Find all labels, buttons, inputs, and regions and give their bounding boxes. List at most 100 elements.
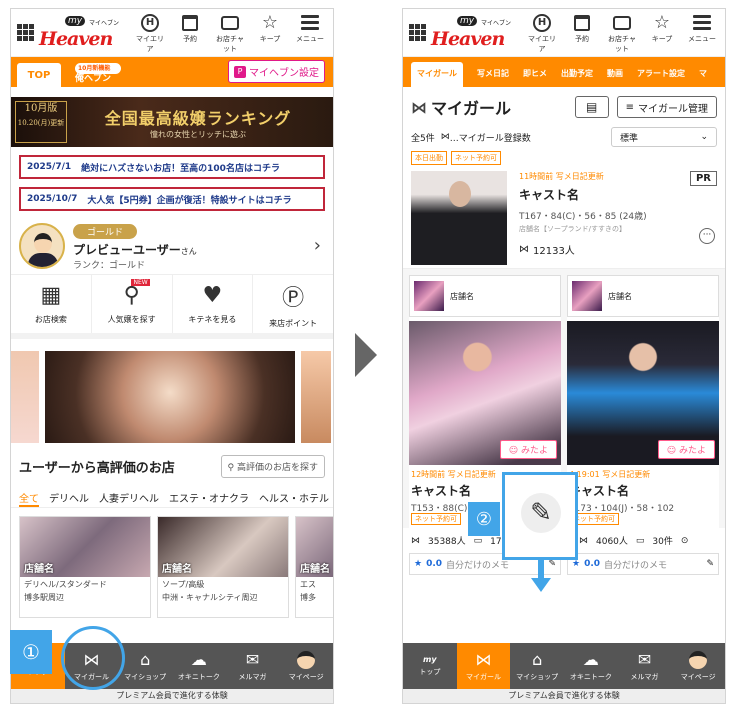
my-heaven-logo[interactable]: my マイヘブン Heaven (39, 15, 123, 50)
tab-video[interactable]: 動画 (607, 68, 623, 87)
nav-menu[interactable]: メニュー (685, 12, 719, 54)
mitayo-button[interactable]: ☺ みたよ (657, 440, 715, 459)
tab-schedule[interactable]: 出勤予定 (561, 68, 593, 87)
my-girl-manage-button[interactable]: ≡ マイガール管理 (616, 96, 717, 118)
tabbar-my-page[interactable]: マイページ (279, 643, 333, 689)
ranking-banner[interactable]: 10月版 10.20(月)更新 全国最高級嬢ランキング 憧れの女性とリッチに遊ぶ (11, 97, 333, 147)
mitayo-button[interactable]: ☺ みたよ (499, 440, 557, 459)
news-link-1[interactable]: 2025/7/1 絶対にハズさないお店！至高の100名店はコチラ (19, 155, 325, 179)
girl-shop-link[interactable]: 店舗名 (567, 275, 719, 317)
more-options-icon[interactable]: ⊙ (681, 536, 689, 546)
sort-select[interactable]: 標準 ⌄ (611, 127, 717, 147)
quick-kitene[interactable]: ♥ キテネを見る (173, 275, 254, 333)
quick-shop-search[interactable]: ▦ お店検索 (11, 275, 92, 333)
my-heaven-setting-button[interactable]: P マイヘブン設定 (228, 60, 325, 83)
quick-visit-point[interactable]: Ⓟ 来店ポイント (253, 275, 333, 333)
star-icon: ☆ (261, 12, 279, 33)
nav-shop-chat[interactable]: お店チャット (605, 12, 639, 54)
more-options-icon[interactable]: ··· (699, 228, 715, 244)
tabbar-my-page[interactable]: マイページ (671, 643, 725, 689)
chevron-down-icon: ⌄ (700, 132, 708, 142)
grid-menu-icon[interactable] (409, 23, 427, 42)
nav-shop-chat[interactable]: お店チャット (213, 12, 247, 54)
tabbar-my-shop[interactable]: ⌂ マイショップ (510, 643, 564, 689)
ribbon-icon: ⋈ (411, 535, 420, 546)
my-girl-tabs: マイガール 写メ日記 即ヒメ 出勤予定 動画 アラート設定 マ (403, 57, 725, 87)
shop-thumbnail (414, 281, 444, 311)
premium-banner[interactable]: プレミアム会員で進化する体験 (11, 689, 333, 703)
area-h-icon: H (533, 13, 551, 32)
tab-top[interactable]: TOP (17, 63, 61, 87)
shop-card[interactable]: 店舗名 ソープ/高級 中洲・キャナルシティ周辺 (157, 516, 289, 618)
banner-carousel[interactable] (11, 351, 333, 443)
user-rank: ランク：ゴールド (73, 261, 146, 271)
pencil-callout: ✎ (502, 472, 578, 560)
callout-arrow-head-icon (531, 578, 551, 592)
tabbar-mail-magazine[interactable]: ✉ メルマガ (618, 643, 672, 689)
shop-icon: ⌂ (532, 649, 543, 669)
featured-girl-card[interactable]: 11時間前 写メ日記更新 キャスト名 T167・84(C)・56・85 (24歳… (403, 165, 725, 269)
chip-net-reservation: ネット予約可 (451, 151, 501, 165)
tabbar-mail-magazine[interactable]: ✉ メルマガ (226, 643, 280, 689)
nav-menu[interactable]: メニュー (293, 12, 327, 54)
tab-all[interactable]: 全て (19, 490, 39, 507)
quick-popular-search[interactable]: ⚲ NEW 人気嬢を探す (92, 275, 173, 333)
my-heaven-logo[interactable]: my マイヘブン Heaven (431, 15, 515, 50)
tab-hitozuma[interactable]: 人妻デリヘル (99, 490, 159, 507)
tabbar-my-shop[interactable]: ⌂ マイショップ (118, 643, 172, 689)
comment-icon: ▭ (635, 535, 645, 546)
app-header: my マイヘブン Heaven H マイエリア 予約 お店チャット ☆ キープ メニ… (403, 9, 725, 57)
category-tabs: 全て デリヘル 人妻デリヘル エステ・オナクラ ヘルス・ホテル (11, 482, 333, 508)
girl-photo: ☺ みたよ (409, 321, 561, 465)
tabbar-top[interactable]: myトップ (403, 643, 457, 689)
tab-deriheru[interactable]: デリヘル (49, 490, 89, 507)
search-top-rated-button[interactable]: ⚲ 高評価のお店を探す (220, 455, 325, 478)
pencil-icon[interactable]: ✎ (706, 559, 714, 569)
tab-health[interactable]: ヘルス・ホテル (259, 490, 329, 507)
user-name: プレビューユーザーさん (73, 243, 197, 257)
tabbar-okini-talk[interactable]: ☁ オキニトーク (564, 643, 618, 689)
carousel-image (11, 351, 39, 443)
tab-esthe[interactable]: エステ・オナクラ (169, 490, 249, 507)
section-title: ユーザーから高評価のお店 (19, 461, 175, 476)
new-feature-badge: 10月新機能 (75, 63, 121, 74)
tab-photo-diary[interactable]: 写メ日記 (477, 68, 509, 87)
talk-icon: ☁ (190, 649, 207, 669)
nav-keep[interactable]: ☆ キープ (253, 12, 287, 54)
tabbar-okini-talk[interactable]: ☁ オキニトーク (172, 643, 226, 689)
right-phone-screen: my マイヘブン Heaven H マイエリア 予約 お店チャット ☆ キープ メニ… (402, 8, 726, 704)
memo-field[interactable]: ★ 0.0 自分だけのメモ ✎ (567, 553, 719, 575)
chevron-right-icon: › (313, 235, 321, 256)
girl-shop-link[interactable]: 店舗名 (409, 275, 561, 317)
rating-star-icon: ★ (572, 559, 581, 569)
grid-menu-icon[interactable] (17, 23, 35, 42)
premium-banner[interactable]: プレミアム会員で進化する体験 (403, 689, 725, 703)
nav-reservation[interactable]: 予約 (565, 12, 599, 54)
news-link-2[interactable]: 2025/10/7 大人気【5円券】企画が復活！特設サイトはコチラ (19, 187, 325, 211)
nav-keep[interactable]: ☆ キープ (645, 12, 679, 54)
shop-list: 店舗名 デリヘル/スタンダード 博多駅周辺 店舗名 ソープ/高級 中洲・キャナル… (11, 508, 333, 618)
nav-my-area[interactable]: H マイエリア (133, 12, 167, 54)
girl-card[interactable]: 店舗名 ☺ みたよ 4 19:01 写メ日記更新 キャスト名 T173・104(… (567, 275, 719, 528)
tab-my-girl[interactable]: マイガール (411, 62, 463, 87)
shop-card[interactable]: 店舗名 デリヘル/スタンダード 博多駅周辺 (19, 516, 151, 618)
count-legend: …マイガール登録数 (449, 133, 531, 144)
tabbar-my-girl[interactable]: ⋈ マイガール (456, 643, 511, 689)
status-chips: 本日出勤 ネット予約可 (403, 147, 725, 165)
tab-alert-setting[interactable]: アラート設定 (637, 68, 685, 87)
mail-icon: ✉ (245, 649, 260, 669)
ribbon-icon: ⋈ (440, 132, 450, 142)
tab-more[interactable]: マ (699, 68, 707, 87)
tab-ore-heaven[interactable]: 10月新機能 俺ヘブン (75, 63, 121, 85)
pencil-icon[interactable]: ✎ (548, 559, 556, 569)
nav-reservation[interactable]: 予約 (173, 12, 207, 54)
view-toggle-button[interactable]: ▤ (574, 96, 609, 118)
popular-search-icon: ⚲ NEW (123, 279, 150, 308)
cast-measurements: T167・84(C)・56・85 (24歳) (519, 212, 647, 222)
shop-card[interactable]: 店舗名 エス 博多 (295, 516, 333, 618)
search-icon: ⚲ (227, 463, 237, 473)
tab-sokuhime[interactable]: 即ヒメ (523, 68, 547, 87)
step-1-marker: ① (10, 630, 52, 674)
user-profile-row[interactable]: ゴールド プレビューユーザーさん ランク：ゴールド › (11, 217, 333, 275)
nav-my-area[interactable]: H マイエリア (525, 12, 559, 54)
